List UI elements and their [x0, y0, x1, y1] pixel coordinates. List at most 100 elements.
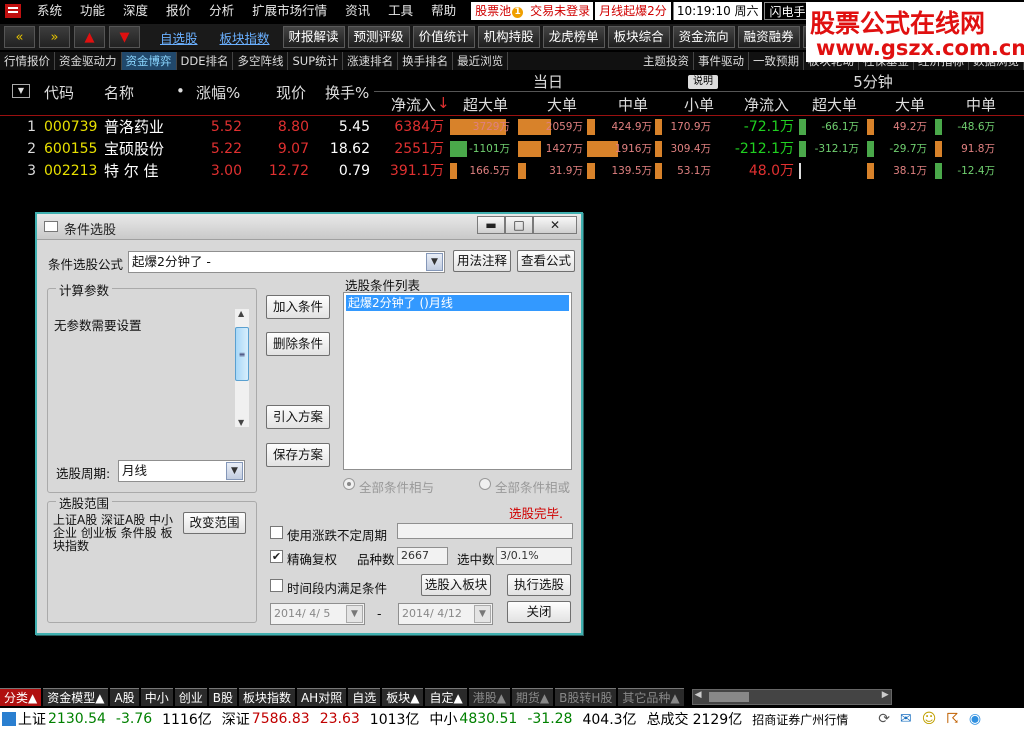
- use-volatile-checkbox[interactable]: [270, 526, 283, 539]
- btab-others[interactable]: 其它品种▲: [618, 688, 684, 706]
- header-turnover[interactable]: 换手%: [325, 82, 369, 103]
- column-menu-icon[interactable]: ▼: [12, 84, 30, 98]
- menu-tools[interactable]: 工具: [379, 0, 422, 22]
- menu-depth[interactable]: 深度: [114, 0, 157, 22]
- header-code[interactable]: 代码: [44, 82, 74, 103]
- subtab-recent[interactable]: 最近浏览: [453, 52, 509, 70]
- condition-list-item[interactable]: 起爆2分钟了 ()月线: [346, 295, 569, 311]
- watchlist-link[interactable]: 自选股: [150, 28, 208, 47]
- subtab-dde-rank[interactable]: DDE排名: [177, 52, 234, 70]
- radio-or[interactable]: [479, 478, 491, 490]
- scroll-thumb[interactable]: ≡: [235, 327, 249, 381]
- btab-futures[interactable]: 期货▲: [511, 688, 554, 706]
- sector-index-link[interactable]: 板块指数: [210, 28, 280, 47]
- radio-and[interactable]: [343, 478, 355, 490]
- btab-sme[interactable]: 中小: [140, 688, 173, 706]
- btab-a-share[interactable]: A股: [110, 688, 139, 706]
- btab-sector-index[interactable]: 板块指数: [238, 688, 295, 706]
- refresh-icon[interactable]: ⟳: [878, 711, 890, 727]
- explain-button[interactable]: 说明: [688, 75, 718, 89]
- sh-value[interactable]: 2130.54: [48, 711, 106, 727]
- header-large[interactable]: 大单: [547, 94, 577, 115]
- btab-capital-model[interactable]: 资金模型▲: [43, 688, 109, 706]
- header-net-inflow[interactable]: 净流入: [391, 94, 436, 115]
- chevron-down-icon[interactable]: ▼: [346, 605, 363, 623]
- trade-status[interactable]: 交易未登录: [527, 2, 594, 20]
- institution-holding-button[interactable]: 机构持股: [477, 26, 540, 48]
- hscroll-thumb[interactable]: [708, 692, 749, 702]
- subtab-quote[interactable]: 行情报价: [0, 52, 55, 70]
- chevron-down-icon[interactable]: ▼: [426, 253, 443, 271]
- date-to-field[interactable]: 2014/ 4/12 ▼: [398, 603, 493, 625]
- view-formula-button[interactable]: 查看公式: [517, 250, 575, 272]
- forecast-rating-button[interactable]: 预测评级: [347, 26, 410, 48]
- date-from-field[interactable]: 2014/ 4/ 5 ▼: [270, 603, 365, 625]
- scroll-up-icon[interactable]: ▲: [238, 309, 244, 318]
- minimize-icon[interactable]: ▬: [477, 216, 505, 234]
- btab-ah[interactable]: AH对照: [296, 688, 347, 706]
- capital-flow-button[interactable]: 资金流向: [672, 26, 735, 48]
- menu-analysis[interactable]: 分析: [200, 0, 243, 22]
- header-super-large-5min[interactable]: 超大单: [812, 94, 857, 115]
- header-small[interactable]: 小单: [684, 94, 714, 115]
- mail-icon[interactable]: ✉: [900, 711, 912, 727]
- down-arrow-icon[interactable]: ▼: [109, 26, 140, 48]
- menu-quote[interactable]: 报价: [157, 0, 200, 22]
- exact-reweight-checkbox[interactable]: ✔: [270, 550, 283, 563]
- forward-icon[interactable]: »: [39, 26, 70, 48]
- condition-list[interactable]: 起爆2分钟了 ()月线: [343, 292, 572, 470]
- add-condition-button[interactable]: 加入条件: [266, 295, 330, 319]
- up-arrow-icon[interactable]: ▲: [74, 26, 105, 48]
- header-medium[interactable]: 中单: [618, 94, 648, 115]
- header-name[interactable]: 名称: [104, 82, 134, 103]
- monthly-alert[interactable]: 月线起爆2分: [595, 2, 671, 20]
- zx-value[interactable]: 4830.51: [459, 711, 517, 727]
- formula-select[interactable]: 起爆2分钟了 - ▼: [128, 251, 445, 273]
- subtab-consensus[interactable]: 一致预期: [749, 52, 804, 70]
- menu-extended-market[interactable]: 扩展市场行情: [243, 0, 336, 22]
- dialog-title-bar[interactable]: 条件选股 ▬ □ ✕: [37, 214, 581, 240]
- menu-function[interactable]: 功能: [71, 0, 114, 22]
- btab-chinext[interactable]: 创业: [174, 688, 207, 706]
- save-scheme-button[interactable]: 保存方案: [266, 443, 330, 467]
- stock-pool-button[interactable]: 股票池 1: [471, 2, 528, 20]
- subtab-turnover-rank[interactable]: 换手排名: [398, 52, 454, 70]
- table-row[interactable]: 3 002213 特 尔 佳 3.00 12.72 0.79 391.1万 48.0万 166.…: [0, 160, 1024, 182]
- sector-overview-button[interactable]: 板块综合: [607, 26, 670, 48]
- close-icon[interactable]: ✕: [533, 216, 577, 234]
- params-scrollbar[interactable]: ▲ ≡ ▼: [235, 309, 249, 427]
- import-scheme-button[interactable]: 引入方案: [266, 405, 330, 429]
- subtab-event[interactable]: 事件驱动: [694, 52, 749, 70]
- financial-report-button[interactable]: 财报解读: [282, 26, 345, 48]
- btab-b-to-h[interactable]: B股转H股: [555, 688, 617, 706]
- usage-notes-button[interactable]: 用法注释: [453, 250, 511, 272]
- maximize-icon[interactable]: □: [505, 216, 533, 234]
- sz-value[interactable]: 7586.83: [252, 711, 310, 727]
- header-super-large[interactable]: 超大单: [463, 94, 508, 115]
- subtab-capital-game[interactable]: 资金博弈: [121, 52, 177, 70]
- add-to-board-button[interactable]: 选股入板块: [421, 574, 491, 596]
- horizontal-scrollbar[interactable]: ◀ ▶: [691, 689, 892, 705]
- flash-trade-button[interactable]: 闪电手: [763, 2, 812, 20]
- execute-select-button[interactable]: 执行选股: [507, 574, 571, 596]
- margin-trading-button[interactable]: 融资融券: [737, 26, 800, 48]
- subtab-speed-rank[interactable]: 涨速排名: [343, 52, 399, 70]
- menu-help[interactable]: 帮助: [422, 0, 465, 22]
- change-range-button[interactable]: 改变范围: [183, 512, 246, 534]
- table-row[interactable]: 2 600155 宝硕股份 5.22 9.07 18.62 2551万 -212.1万 -110…: [0, 138, 1024, 160]
- btab-custom[interactable]: 自定▲: [425, 688, 467, 706]
- time-range-checkbox[interactable]: [270, 579, 283, 592]
- close-dialog-button[interactable]: 关闭: [507, 601, 571, 623]
- header-large-5min[interactable]: 大单: [895, 94, 925, 115]
- dragon-tiger-button[interactable]: 龙虎榜单: [542, 26, 605, 48]
- subtab-long-short[interactable]: 多空阵线: [233, 52, 289, 70]
- subtab-capital-drive[interactable]: 资金驱动力: [55, 52, 122, 70]
- chevron-down-icon[interactable]: ▼: [474, 605, 491, 623]
- value-stats-button[interactable]: 价值统计: [412, 26, 475, 48]
- delete-condition-button[interactable]: 删除条件: [266, 332, 330, 356]
- btab-b-share[interactable]: B股: [208, 688, 237, 706]
- btab-watchlist[interactable]: 自选: [348, 688, 381, 706]
- period-select[interactable]: 月线 ▼: [118, 460, 245, 482]
- subtab-theme[interactable]: 主题投资: [639, 52, 694, 70]
- table-row[interactable]: 1 000739 普洛药业 5.52 8.80 5.45 6384万 -72.1万 3729万 2…: [0, 116, 1024, 138]
